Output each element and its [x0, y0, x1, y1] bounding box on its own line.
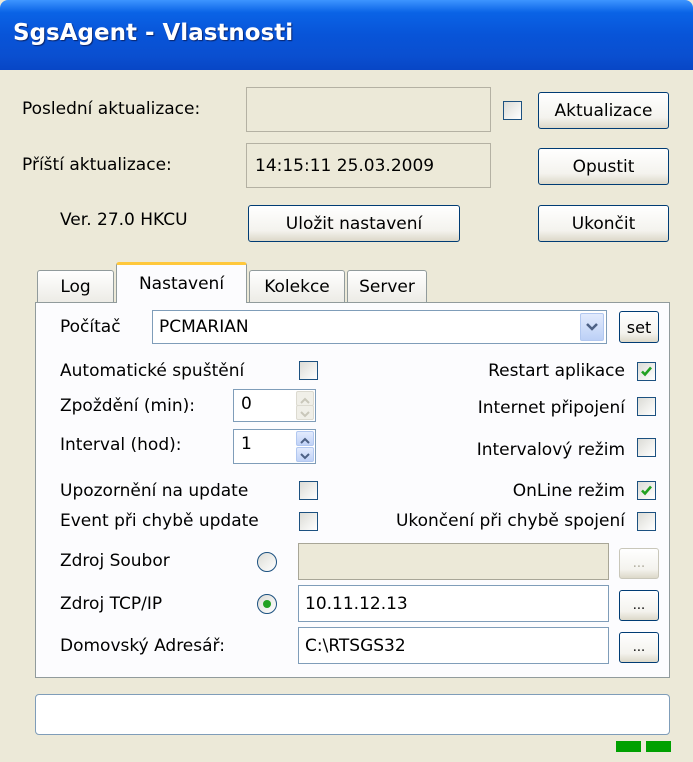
interval-up-icon[interactable] [296, 431, 314, 446]
chevron-down-icon[interactable] [580, 313, 604, 341]
restart-app-checkbox[interactable] [637, 362, 656, 381]
source-file-browse-button[interactable]: ... [619, 548, 659, 579]
home-dir-browse-button[interactable]: ... [619, 632, 659, 663]
save-settings-button[interactable]: Uložit nastavení [248, 205, 460, 242]
update-button[interactable]: Aktualizace [538, 92, 669, 129]
title-bar[interactable]: SgsAgent - Vlastnosti [0, 0, 693, 70]
event-error-label: Event při chybě update [60, 511, 259, 531]
update-checkbox[interactable] [503, 101, 522, 120]
source-file-radio[interactable] [257, 552, 277, 572]
source-tcp-label: Zdroj TCP/IP [60, 594, 163, 614]
restart-app-label: Restart aplikace [488, 361, 625, 381]
window-title: SgsAgent - Vlastnosti [13, 20, 294, 46]
online-mode-checkbox[interactable] [637, 481, 656, 500]
computer-label: Počítač [60, 317, 121, 337]
auto-start-checkbox[interactable] [299, 361, 318, 380]
interval-label: Interval (hod): [60, 435, 182, 455]
tab-log[interactable]: Log [37, 270, 114, 303]
interval-mode-checkbox[interactable] [637, 438, 656, 457]
delay-label: Zpoždění (min): [60, 396, 195, 416]
next-update-label: Příští aktualizace: [22, 155, 172, 175]
next-update-field: 14:15:11 25.03.2009 [246, 143, 491, 188]
delay-stepper[interactable]: 0 [233, 389, 316, 422]
status-bar [35, 694, 670, 735]
online-mode-label: OnLine režim [512, 481, 625, 501]
set-button[interactable]: set [619, 311, 659, 343]
tab-server[interactable]: Server [347, 270, 427, 303]
auto-start-label: Automatické spuštění [60, 361, 245, 381]
properties-window: SgsAgent - Vlastnosti Poslední aktualiza… [0, 0, 693, 762]
computer-select[interactable]: PCMARIAN [152, 310, 607, 344]
source-tcp-field[interactable]: 10.11.12.13 [298, 585, 609, 622]
version-label: Ver. 27.0 HKCU [60, 210, 188, 230]
source-file-label: Zdroj Soubor [60, 551, 170, 571]
event-error-checkbox[interactable] [299, 512, 318, 531]
delay-down-icon[interactable] [296, 405, 314, 420]
notify-update-checkbox[interactable] [299, 481, 318, 500]
source-tcp-browse-button[interactable]: ... [619, 590, 659, 621]
home-dir-label: Domovský Adresář: [60, 636, 225, 656]
delay-up-icon[interactable] [296, 391, 314, 406]
interval-mode-label: Intervalový režim [476, 440, 625, 460]
exit-on-error-label: Ukončení při chybě spojení [395, 511, 625, 531]
exit-button[interactable]: Ukončit [538, 205, 669, 242]
status-led-2 [646, 741, 671, 752]
exit-on-error-checkbox[interactable] [637, 512, 656, 531]
interval-down-icon[interactable] [296, 447, 314, 462]
leave-button[interactable]: Opustit [538, 148, 669, 185]
internet-checkbox[interactable] [637, 397, 656, 416]
last-update-field [246, 87, 491, 132]
status-led-1 [616, 741, 641, 752]
last-update-label: Poslední aktualizace: [22, 99, 201, 119]
notify-update-label: Upozornění na update [60, 481, 249, 501]
home-dir-field[interactable]: C:\RTSGS32 [298, 627, 609, 664]
computer-value: PCMARIAN [159, 317, 249, 337]
interval-value: 1 [241, 434, 252, 454]
internet-label: Internet připojení [477, 398, 625, 418]
delay-value: 0 [241, 394, 252, 414]
source-tcp-radio[interactable] [257, 594, 277, 614]
interval-stepper[interactable]: 1 [233, 429, 316, 464]
tab-settings[interactable]: Nastavení [116, 262, 247, 303]
source-file-field[interactable] [298, 543, 609, 580]
tab-collection[interactable]: Kolekce [249, 270, 345, 303]
